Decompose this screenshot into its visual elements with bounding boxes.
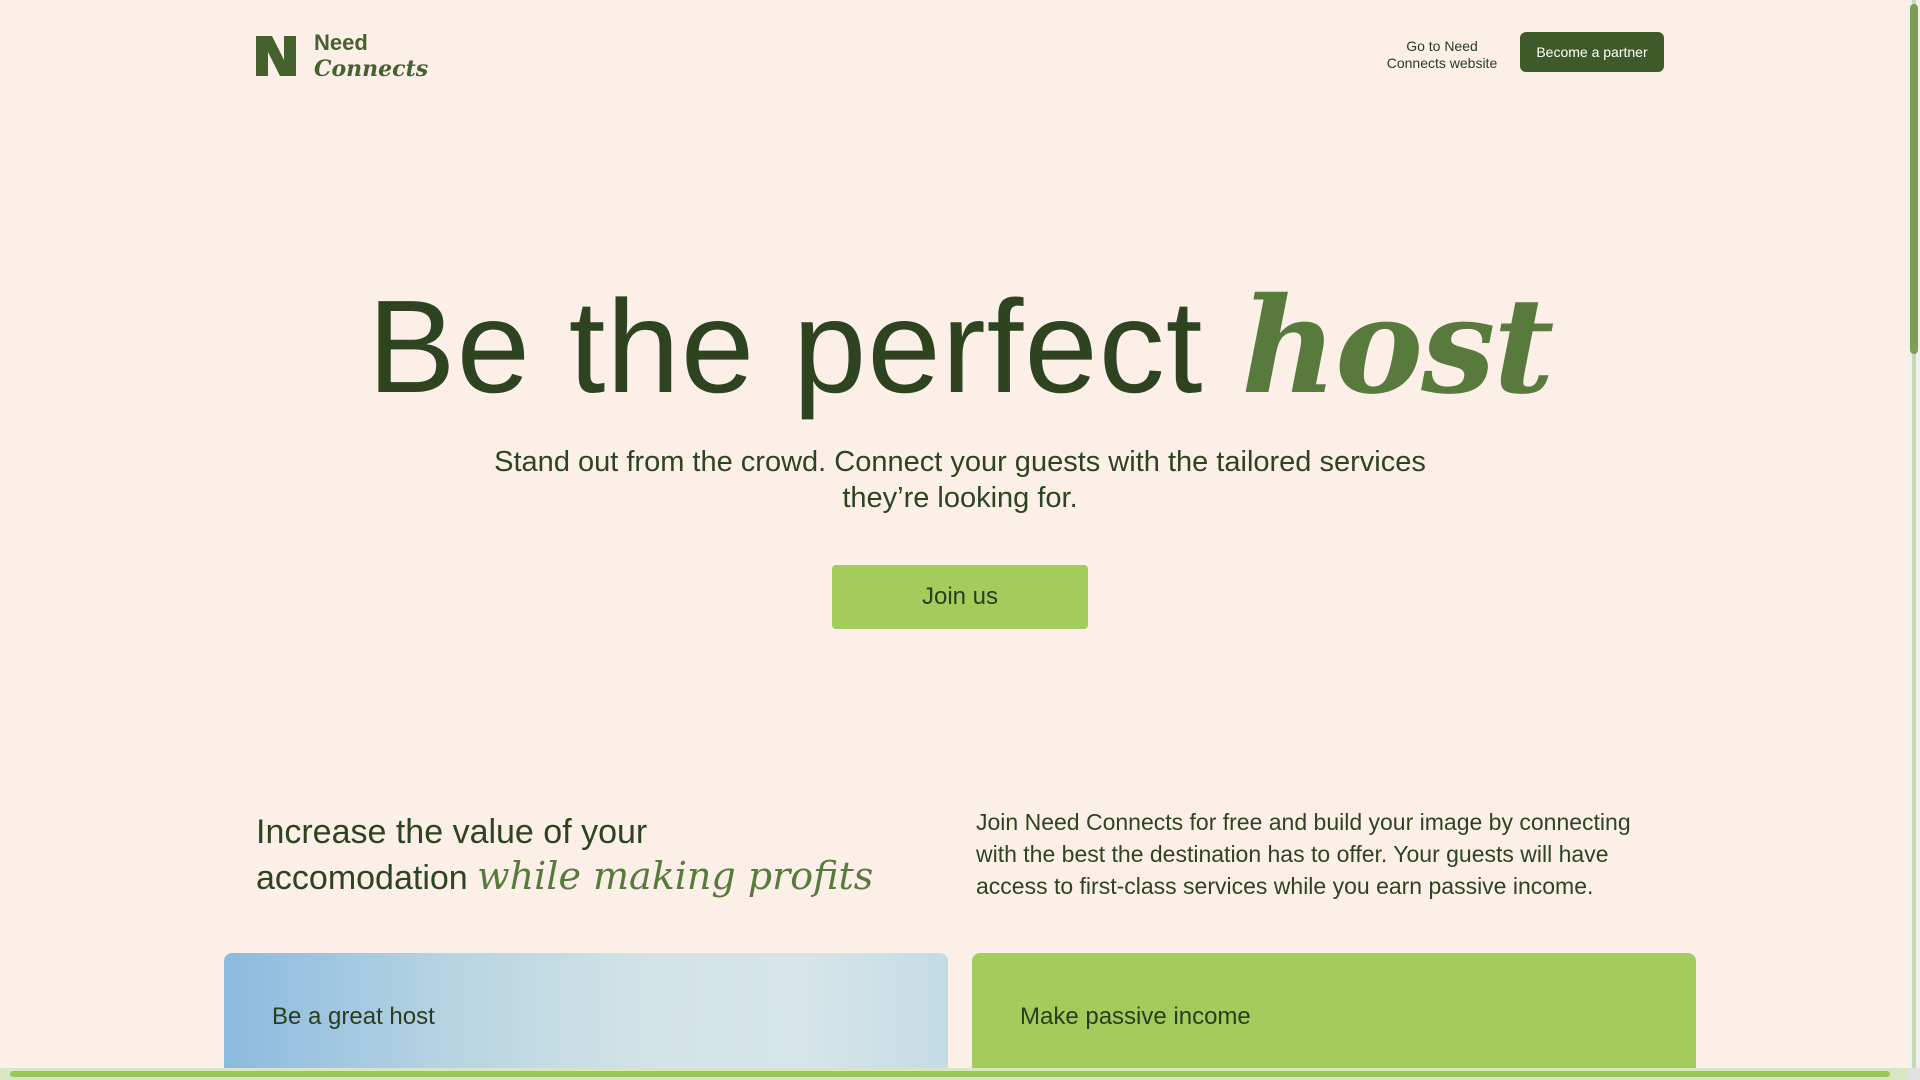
- go-to-website-link[interactable]: Go to Need Connects website: [1370, 38, 1514, 72]
- brand-logo[interactable]: Need Connects: [256, 30, 428, 82]
- hero-title: Be the perfect host: [0, 272, 1908, 422]
- logo-wordmark: Need Connects: [314, 30, 428, 82]
- hero-subtitle-line1: Stand out from the crowd. Connect your g…: [494, 446, 1426, 478]
- vertical-scrollbar[interactable]: [1908, 0, 1920, 1068]
- hero-title-accent: host: [1241, 269, 1554, 424]
- scrollbar-corner: [1908, 1068, 1920, 1080]
- value-description: Join Need Connects for free and build yo…: [976, 809, 1631, 899]
- card-be-a-great-host[interactable]: Be a great host: [224, 953, 948, 1068]
- value-heading-line1: Increase the value of your: [256, 813, 648, 851]
- hero-subtitle: Stand out from the crowd. Connect your g…: [460, 444, 1460, 516]
- page: Need Connects Go to Need Connects websit…: [0, 0, 1908, 1068]
- logo-word-need: Need: [314, 30, 368, 55]
- card-make-passive-income[interactable]: Make passive income: [972, 953, 1696, 1068]
- hero-title-main: Be the perfect: [367, 273, 1204, 420]
- join-us-button[interactable]: Join us: [832, 565, 1088, 629]
- value-heading-accent: while making profits: [477, 854, 874, 898]
- become-partner-button[interactable]: Become a partner: [1520, 32, 1664, 72]
- horizontal-scrollbar-thumb[interactable]: [10, 1071, 1890, 1077]
- horizontal-scrollbar[interactable]: [0, 1068, 1908, 1080]
- vertical-scrollbar-thumb[interactable]: [1910, 4, 1918, 354]
- logo-word-connects: Connects: [314, 56, 429, 82]
- card-label: Make passive income: [1020, 1003, 1251, 1030]
- value-heading-line2: accomodation: [256, 859, 468, 897]
- go-to-website-link-line1: Go to Need: [1406, 38, 1478, 54]
- card-label: Be a great host: [272, 1003, 435, 1030]
- hero-subtitle-line2: they’re looking for.: [842, 482, 1078, 514]
- value-heading: Increase the value of your accomodation …: [256, 810, 896, 900]
- go-to-website-link-line2: Connects website: [1386, 55, 1498, 71]
- logo-n-icon: [256, 36, 296, 76]
